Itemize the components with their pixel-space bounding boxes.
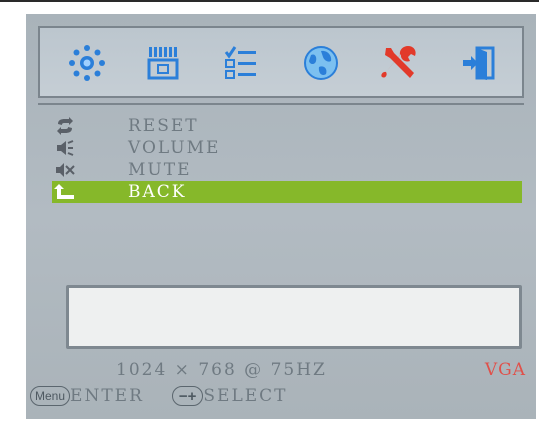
menu-item-reset[interactable]: RESET — [52, 115, 522, 137]
key-hint-bar: Menu ENTER −+ SELECT — [30, 384, 530, 408]
globe-icon — [304, 46, 338, 80]
tools-icon — [381, 46, 416, 78]
menu-item-mute[interactable]: MUTE — [52, 159, 522, 181]
menu-key-icon: Menu — [30, 386, 71, 406]
checklist-icon — [224, 46, 256, 79]
menu-item-label: VOLUME — [128, 138, 221, 158]
tab-image[interactable] — [138, 38, 188, 88]
volume-icon — [52, 139, 78, 157]
menu-item-back[interactable]: BACK — [52, 181, 522, 203]
top-border-line — [0, 0, 539, 2]
menu-item-label: RESET — [128, 116, 199, 136]
tab-language[interactable] — [296, 38, 346, 88]
tab-exit[interactable] — [454, 38, 504, 88]
mute-icon — [52, 161, 78, 179]
input-source-label: VGA — [484, 360, 526, 380]
adjust-key-icon: −+ — [171, 386, 204, 406]
display-image-icon — [147, 47, 179, 80]
exit-icon — [463, 46, 495, 80]
reset-icon — [52, 117, 78, 135]
brightness-icon — [69, 45, 105, 81]
menu-item-label: BACK — [128, 182, 187, 202]
back-icon — [52, 183, 78, 201]
tab-brightness[interactable] — [62, 38, 112, 88]
enter-hint-label: ENTER — [70, 386, 144, 406]
info-box — [66, 285, 522, 349]
select-hint-label: SELECT — [203, 386, 288, 406]
menu-item-label: MUTE — [128, 160, 192, 180]
tab-settings-list[interactable] — [216, 38, 266, 88]
resolution-readout: 1024 × 768 @ 75HZ — [116, 360, 327, 380]
tab-tools[interactable] — [374, 38, 424, 88]
osd-tab-bar — [38, 26, 524, 98]
monitor-osd-menu: RESET VOLUME MUTE BACK 1024 × 768 @ 75HZ… — [26, 14, 536, 419]
submenu-list: RESET VOLUME MUTE BACK — [38, 103, 524, 367]
menu-item-volume[interactable]: VOLUME — [52, 137, 522, 159]
